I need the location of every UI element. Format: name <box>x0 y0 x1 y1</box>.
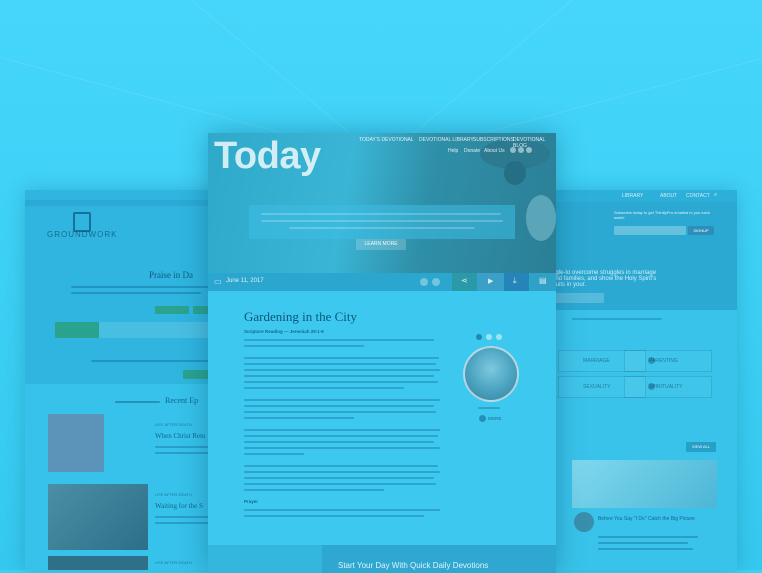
share-button[interactable]: ⋖ <box>452 273 477 291</box>
next-day-icon[interactable] <box>432 278 440 286</box>
share-icon: ⋖ <box>461 276 468 285</box>
left-top-strip <box>25 200 230 206</box>
episode-title[interactable]: When Christ Retu <box>155 432 206 440</box>
action-bar: ▭ June 11, 2017 ⋖ ▶ ⤓ ▤ <box>208 273 556 291</box>
scripture-reading[interactable]: Scripture Reading — Jeremiah 29:1-9 <box>244 329 324 334</box>
tile-label: SEXUALITY <box>583 384 611 390</box>
search-icon[interactable]: ⌕ <box>714 192 717 199</box>
subnav-item[interactable]: About Us <box>484 148 505 154</box>
hero-veg <box>526 195 556 241</box>
episode-tag: LIFE AFTER DEATH <box>155 560 192 565</box>
episode-thumbnail[interactable] <box>48 556 148 570</box>
episode-thumbnail[interactable] <box>48 484 148 550</box>
logo-text: GROUNDWORK <box>47 230 118 239</box>
post-title[interactable]: Before You Say "I Do" Catch the Big Pict… <box>598 516 708 522</box>
more-icon[interactable] <box>479 415 486 422</box>
subnav-item[interactable]: Donate <box>464 148 480 154</box>
download-icon: ⤓ <box>513 276 517 285</box>
more-link[interactable]: MORE <box>488 416 502 421</box>
today-top-nav: TODAY'S DEVOTIONAL DEVOTIONAL LIBRARY SU… <box>313 137 552 149</box>
author-nav-dot[interactable] <box>486 334 492 340</box>
footer-text: Start Your Day With Quick Daily Devotion… <box>338 561 489 570</box>
download-button[interactable]: ⤓ <box>504 273 529 291</box>
social-icon[interactable] <box>526 147 532 153</box>
nav-item[interactable]: TODAY'S DEVOTIONAL <box>359 137 414 143</box>
subscribe-text: Subscribe today to get ThirdlyPro emaile… <box>614 210 710 220</box>
episode-tag: LIFE AFTER DEATH <box>155 422 192 427</box>
nav-item[interactable]: SUBSCRIPTIONS <box>473 137 514 143</box>
view-all-button[interactable]: VIEW ALL <box>686 442 716 452</box>
left-button[interactable] <box>155 306 189 314</box>
episode-title[interactable]: Waiting for the S <box>155 502 203 510</box>
groundwork-logo-icon <box>73 212 91 232</box>
article-title: Gardening in the City <box>244 309 358 324</box>
right-hero-text: ngle-to overcome struggles in marriage a… <box>552 270 657 288</box>
article-date: June 11, 2017 <box>226 278 264 284</box>
social-icon[interactable] <box>510 147 516 153</box>
relationships-site-mockup: LIBRARY ABOUT CONTACT ⌕ Subscribe today … <box>552 190 737 570</box>
category-tile[interactable]: SPIRITUALITY <box>624 376 712 398</box>
post-image[interactable] <box>572 460 717 508</box>
subnav-item[interactable]: Help <box>448 148 458 154</box>
author-nav-dot[interactable] <box>496 334 502 340</box>
category-tile[interactable]: PARENTING <box>624 350 712 372</box>
recent-episodes-heading: Recent Ep <box>165 396 199 405</box>
hero-veg <box>504 161 526 185</box>
groundwork-site-mockup: GROUNDWORK Praise in Da Recent Ep LIFE A… <box>25 190 230 570</box>
right-nav-item[interactable]: CONTACT <box>686 193 710 199</box>
learn-more-button[interactable]: LEARN MORE <box>356 239 406 250</box>
play-icon: ▶ <box>488 278 494 285</box>
right-nav-item[interactable]: ABOUT <box>660 193 677 199</box>
spirituality-icon <box>648 383 655 390</box>
hero-title: Today <box>214 135 321 177</box>
hero-intro-box <box>249 205 515 239</box>
right-hero-button[interactable] <box>552 293 604 303</box>
left-hero-heading: Praise in Da <box>149 270 193 280</box>
prayer-label: Prayer <box>244 499 259 504</box>
episode-tag: LIFE AFTER DEATH <box>155 492 192 497</box>
signup-button[interactable]: SIGNUP <box>688 226 714 235</box>
footer-image <box>208 545 322 573</box>
right-nav-item[interactable]: LIBRARY <box>622 193 643 199</box>
prev-day-icon[interactable] <box>420 278 428 286</box>
author-avatar <box>574 512 594 532</box>
tile-label: MARRIAGE <box>583 358 610 364</box>
author-nav-dot[interactable] <box>476 334 482 340</box>
parenting-icon <box>648 357 655 364</box>
episode-thumbnail[interactable] <box>48 414 104 472</box>
today-devotional-mockup: TODAY'S DEVOTIONAL DEVOTIONAL LIBRARY SU… <box>208 133 556 573</box>
social-icon[interactable] <box>518 147 524 153</box>
play-button[interactable]: ▶ <box>478 273 503 291</box>
nav-item[interactable]: DEVOTIONAL LIBRARY <box>419 137 474 143</box>
author-avatar[interactable] <box>463 346 519 402</box>
email-field[interactable] <box>614 226 686 235</box>
print-button[interactable]: ▤ <box>530 273 555 291</box>
print-icon: ▤ <box>539 276 547 285</box>
left-select[interactable] <box>55 322 99 338</box>
calendar-icon: ▭ <box>214 277 222 286</box>
